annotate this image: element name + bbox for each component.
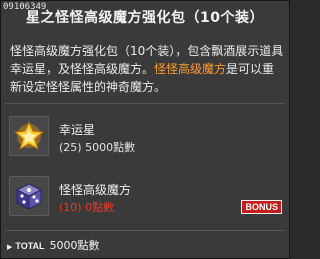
item-price: (25) 5000點數	[59, 141, 136, 154]
purple-cube-icon	[15, 183, 43, 210]
item-title: 星之怪怪高级魔方强化包（10个装）	[26, 10, 264, 26]
item-tooltip-window: 09106349 星之怪怪高级魔方强化包（10个装） 怪怪高级魔方强化包（10个…	[0, 0, 290, 259]
item-name: 幸运星	[59, 123, 96, 137]
item-icon-slot	[9, 116, 49, 156]
total-row: ▶ TOTAL 5000點數	[7, 237, 100, 253]
bullet-triangle-icon: ▶	[7, 243, 13, 251]
divider	[5, 103, 285, 104]
item-price: (10) 0點數	[59, 201, 115, 214]
total-label: TOTAL	[15, 241, 45, 251]
description-highlight: 怪怪高级魔方	[154, 62, 227, 76]
divider	[5, 230, 285, 231]
total-value: 5000點數	[49, 239, 100, 252]
item-name: 怪怪高级魔方	[59, 183, 132, 197]
item-description: 怪怪高级魔方强化包（10个装），包含飘酒展示道具幸运星，及怪怪高级魔方。怪怪高级…	[10, 42, 285, 96]
package-item-lucky-star: 幸运星 (25) 5000點數	[9, 116, 284, 160]
bonus-badge: BONUS	[241, 200, 282, 214]
item-icon-slot	[9, 176, 49, 216]
package-item-advanced-cube: 怪怪高级魔方 (10) 0點數 BONUS	[9, 176, 284, 220]
golden-star-icon	[13, 120, 45, 151]
